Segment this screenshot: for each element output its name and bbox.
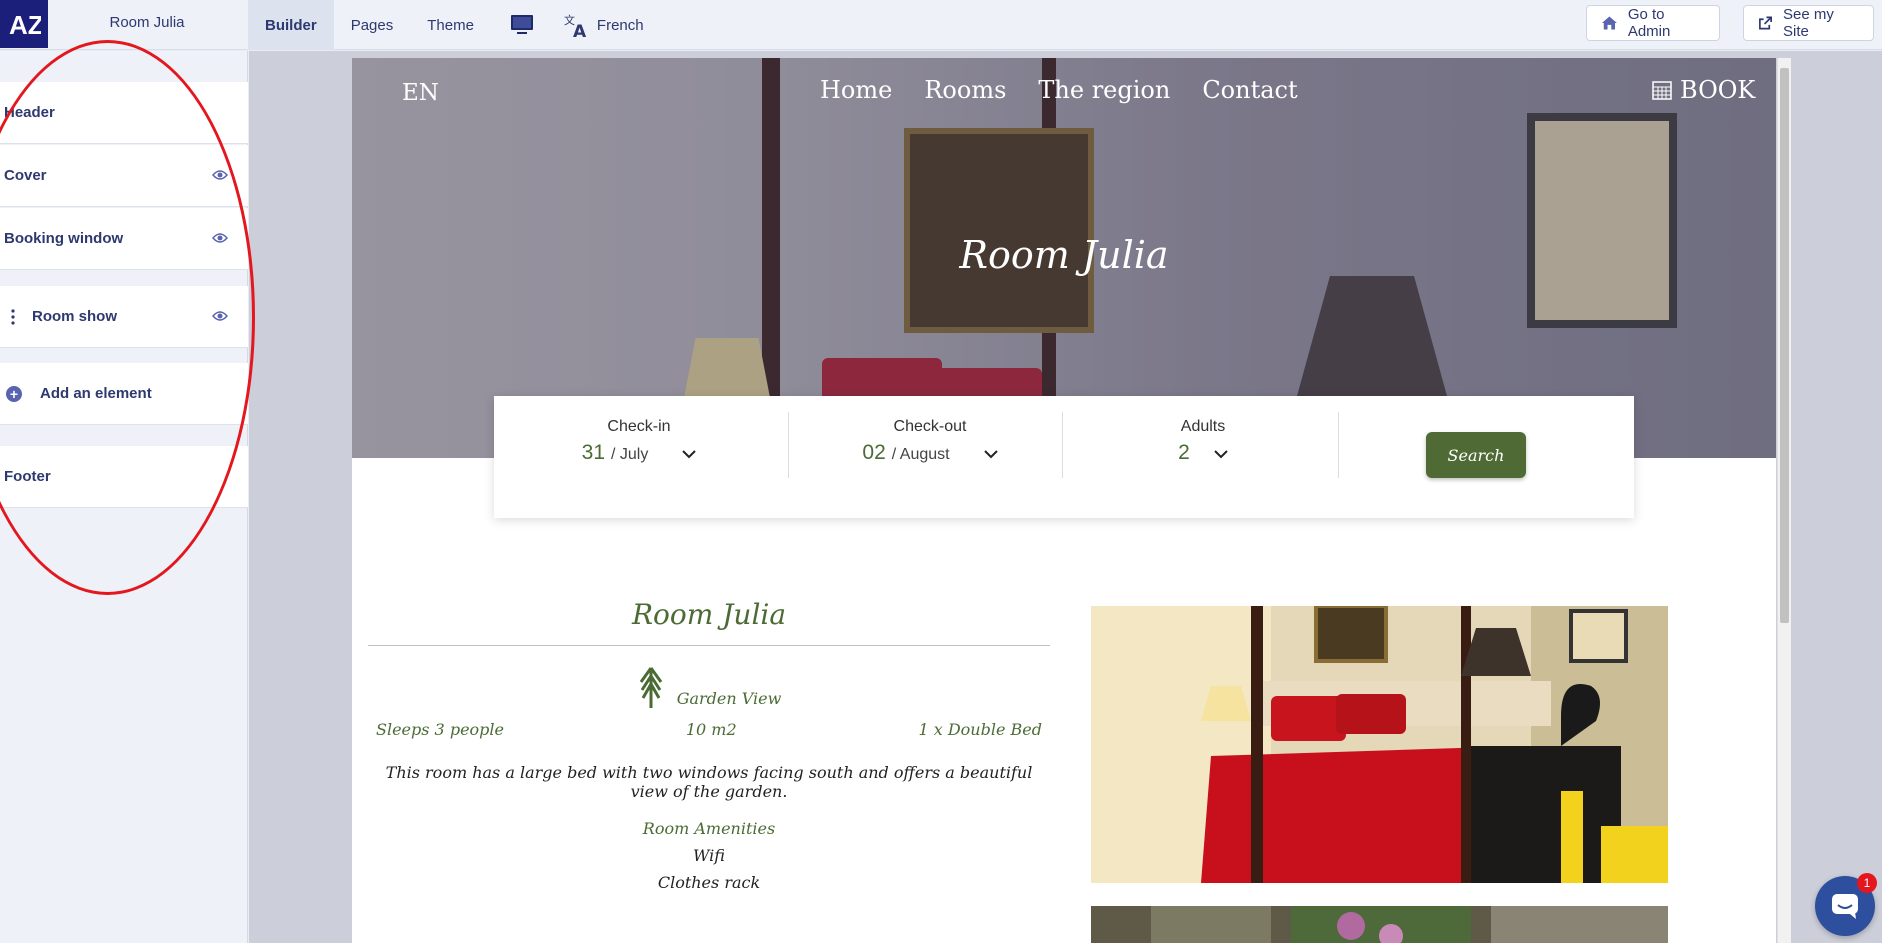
nav-the-region[interactable]: The region: [1038, 76, 1170, 104]
tab-theme[interactable]: Theme: [410, 0, 491, 50]
top-bar: AZ Room Julia Builder Pages Theme 文 A Fr…: [0, 0, 1882, 50]
room-description: This room has a large bed with two windo…: [385, 763, 1033, 801]
adults-field[interactable]: Adults 2: [1068, 396, 1338, 518]
checkout-field[interactable]: Check-out 02 / August: [794, 396, 1066, 518]
adults-value: 2: [1068, 441, 1338, 465]
section-room-show[interactable]: Room show: [0, 286, 248, 348]
amenities-title: Room Amenities: [642, 819, 776, 838]
book-link[interactable]: BOOK: [1652, 76, 1755, 104]
nav-home[interactable]: Home: [820, 76, 892, 104]
monitor-icon: [510, 15, 533, 34]
nav-contact[interactable]: Contact: [1202, 76, 1297, 104]
chevron-down-icon: [1214, 450, 1228, 459]
section-label: Header: [4, 104, 55, 121]
see-my-site-label: See my Site: [1783, 6, 1834, 40]
section-label: Booking window: [4, 230, 124, 247]
section-booking-window[interactable]: Booking window: [0, 208, 248, 270]
add-element-button[interactable]: + Add an element: [0, 363, 248, 425]
site-nav: Home Rooms The region Contact: [820, 76, 1298, 104]
room-photo: [1091, 906, 1668, 943]
divider: [1062, 412, 1063, 478]
see-my-site-button[interactable]: See my Site: [1743, 5, 1874, 41]
room-show: Room Julia Garden View Sleeps 3 people 1…: [368, 598, 1050, 892]
app-logo[interactable]: AZ: [0, 0, 48, 48]
booking-window: Check-in 31 / July Check-out 02 / August…: [494, 396, 1634, 518]
room-title: Room Julia: [631, 598, 787, 631]
drag-handle-icon[interactable]: [11, 309, 15, 325]
scroll-thumb[interactable]: [1780, 68, 1789, 623]
nav-rooms[interactable]: Rooms: [924, 76, 1006, 104]
checkin-field[interactable]: Check-in 31 / July: [494, 396, 784, 518]
bedroom-image: [1091, 606, 1668, 883]
tab-pages[interactable]: Pages: [334, 0, 411, 50]
chevron-down-icon: [983, 450, 998, 459]
plus-icon: +: [6, 386, 22, 402]
garden-image: [1091, 906, 1668, 943]
svg-text:A: A: [573, 22, 587, 39]
chevron-down-icon: [682, 450, 697, 459]
checkin-value: 31 / July: [494, 441, 784, 465]
amenity-item: Wifi: [693, 846, 725, 865]
svg-text:AZ: AZ: [9, 10, 41, 40]
language-label: French: [596, 16, 644, 34]
section-label: Room show: [32, 308, 117, 325]
checkin-day: 31: [581, 441, 605, 464]
book-label: BOOK: [1680, 76, 1756, 104]
desktop-view-button[interactable]: [491, 0, 553, 50]
adults-label: Adults: [1180, 418, 1226, 435]
eye-icon[interactable]: [212, 232, 228, 244]
section-header[interactable]: Header: [0, 82, 248, 144]
checkout-day: 02: [862, 441, 886, 464]
eye-icon[interactable]: [212, 310, 228, 322]
external-link-icon: [1759, 16, 1772, 30]
az-logo-icon: AZ: [9, 10, 41, 40]
room-specs: Sleeps 3 people 10 m2 1 x Double Bed: [368, 720, 1050, 739]
adults-count: 2: [1178, 441, 1190, 464]
divider: [788, 412, 789, 478]
room-bed: 1 x Double Bed: [918, 720, 1042, 739]
sections-panel: Header Cover Booking window Room show + …: [0, 51, 248, 943]
chat-icon: [1832, 894, 1858, 919]
language-selector[interactable]: 文 A French: [553, 0, 654, 50]
add-element-label: Add an element: [40, 385, 152, 402]
checkin-month: / July: [611, 446, 649, 463]
tree-icon: [639, 667, 662, 708]
divider: [1338, 412, 1339, 478]
go-to-admin-button[interactable]: Go to Admin: [1586, 5, 1720, 41]
calendar-icon: [1652, 81, 1672, 100]
go-to-admin-label: Go to Admin: [1627, 6, 1671, 40]
section-cover[interactable]: Cover: [0, 145, 248, 207]
section-footer[interactable]: Footer: [0, 446, 248, 508]
builder-tabs: Builder Pages Theme 文 A French: [248, 0, 654, 50]
eye-icon[interactable]: [212, 169, 228, 181]
site-name: Room Julia: [109, 14, 185, 31]
notification-badge: 1: [1857, 873, 1877, 893]
checkin-label: Check-in: [607, 418, 671, 435]
room-view-label: Garden View: [676, 689, 782, 708]
divider: [368, 645, 1050, 646]
checkout-value: 02 / August: [794, 441, 1066, 465]
language-switch[interactable]: EN: [402, 80, 439, 106]
checkout-label: Check-out: [893, 418, 967, 435]
home-icon: [1601, 16, 1617, 30]
section-label: Cover: [4, 167, 47, 184]
room-photo: [1091, 606, 1668, 883]
translate-icon: 文 A: [564, 13, 587, 39]
section-label: Footer: [4, 468, 51, 485]
checkout-month: / August: [891, 446, 950, 463]
room-sleeps: Sleeps 3 people: [376, 720, 504, 739]
amenity-item: Clothes rack: [657, 873, 761, 892]
site-preview: EN Home Rooms The region Contact BOOK Ro…: [352, 58, 1776, 943]
room-size: 10 m2: [685, 720, 737, 739]
search-button[interactable]: Search: [1426, 432, 1526, 478]
room-view: Garden View: [368, 666, 1050, 708]
tab-builder[interactable]: Builder: [248, 0, 334, 50]
hero-title: Room Julia: [959, 233, 1169, 277]
preview-scrollbar[interactable]: [1777, 58, 1791, 943]
